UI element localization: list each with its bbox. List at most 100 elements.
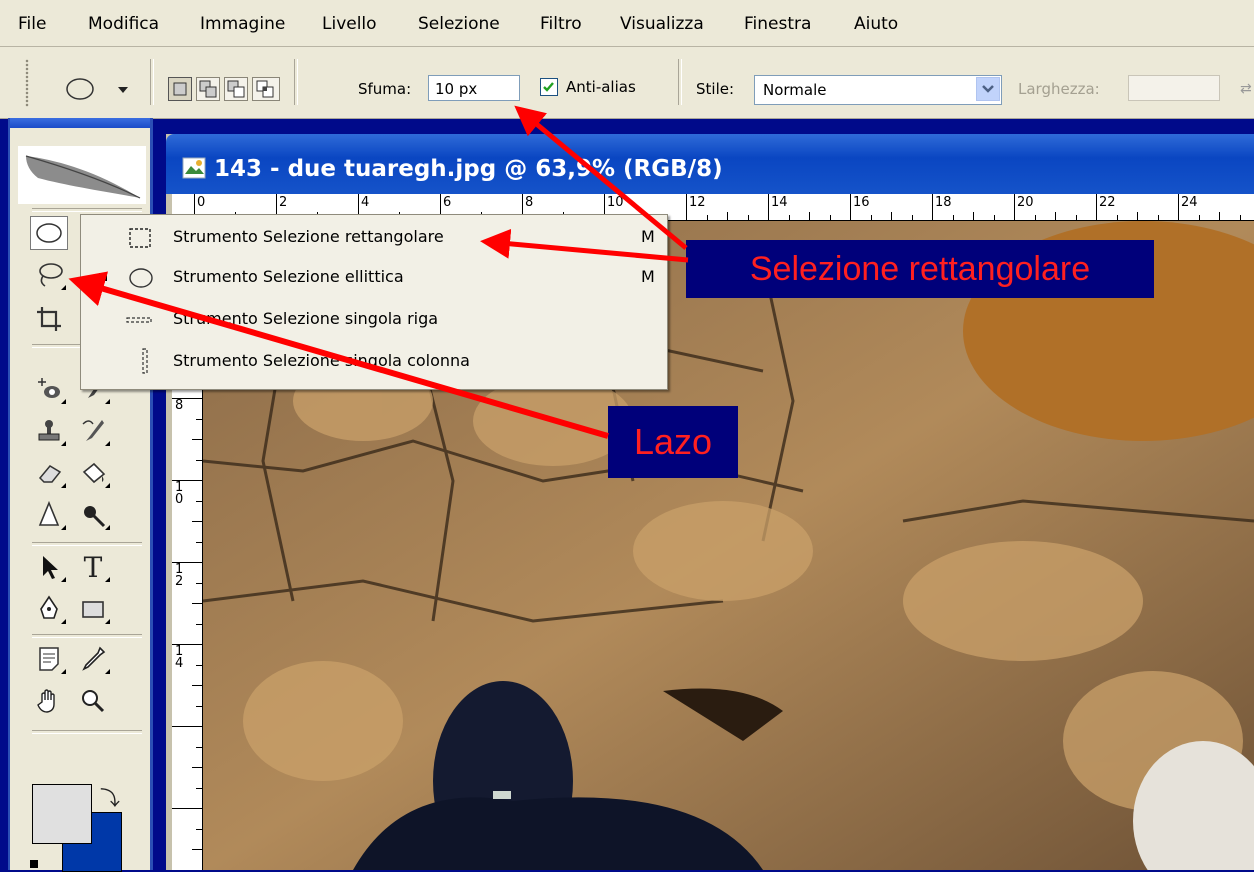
eraser-tool[interactable] [30, 456, 68, 490]
menu-file[interactable]: File [18, 14, 46, 34]
healing-brush-tool[interactable] [30, 372, 68, 406]
separator [32, 634, 142, 638]
single-column-marquee-icon [142, 348, 148, 374]
ruler-tick [809, 212, 810, 220]
flyout-item-single-column-marquee[interactable]: Strumento Selezione singola colonna [81, 341, 667, 381]
style-select[interactable]: Normale [754, 75, 1002, 105]
path-select-tool[interactable] [30, 550, 68, 584]
foreground-color-swatch[interactable] [32, 784, 92, 844]
swap-colors-icon[interactable]: ⤵ [100, 782, 120, 811]
flyout-item-elliptical-marquee[interactable]: Strumento Selezione ellittica M [81, 257, 667, 297]
add-selection-icon [199, 80, 217, 98]
width-label: Larghezza: [1018, 80, 1100, 98]
chevron-down-icon [982, 85, 994, 93]
checkmark-icon [543, 82, 554, 92]
intersect-selection-button[interactable] [252, 77, 280, 101]
intersect-selection-icon [256, 80, 274, 98]
ruler-label: 24 [1181, 195, 1198, 210]
ruler-tick [196, 541, 202, 543]
menu-modifica[interactable]: Modifica [88, 14, 159, 34]
link-icon: ⇄ [1240, 81, 1252, 97]
ruler-tick [973, 212, 974, 220]
menu-selezione[interactable]: Selezione [418, 14, 500, 34]
flyout-item-single-row-marquee[interactable]: Strumento Selezione singola riga [81, 299, 667, 339]
ruler-tick [1198, 215, 1200, 220]
eyedropper-tool[interactable] [74, 642, 112, 676]
tool-preset-picker[interactable] [62, 75, 132, 103]
stamp-tool[interactable] [30, 414, 68, 448]
menu-visualizza[interactable]: Visualizza [620, 14, 704, 34]
ruler-tick [192, 849, 202, 850]
menu-aiuto[interactable]: Aiuto [854, 14, 898, 34]
ruler-tick [891, 212, 892, 220]
document-title: 143 - due tuaregh.jpg @ 63,9% (RGB/8) [214, 156, 723, 182]
document-titlebar[interactable]: 143 - due tuaregh.jpg @ 63,9% (RGB/8) [166, 134, 1254, 194]
ruler-tick [1178, 194, 1179, 220]
width-input[interactable] [1128, 75, 1220, 101]
hand-tool[interactable] [30, 684, 68, 718]
history-brush-icon [82, 420, 104, 441]
ruler-label: 18 [935, 195, 952, 210]
ruler-tick [196, 418, 202, 420]
ruler-tick [1096, 194, 1097, 220]
blur-tool[interactable] [30, 498, 68, 532]
ruler-tick [932, 194, 933, 220]
marquee-tool[interactable] [30, 216, 68, 250]
ruler-label: 10 [175, 480, 184, 507]
ruler-tick [192, 439, 202, 440]
ruler-tick [196, 500, 202, 502]
menu-livello[interactable]: Livello [322, 14, 377, 34]
crop-tool[interactable] [30, 302, 68, 336]
new-selection-button[interactable] [168, 77, 192, 101]
annotation-lasso: Lazo [608, 406, 738, 478]
separator [32, 208, 142, 212]
toolbar-grip[interactable] [25, 59, 29, 107]
ruler-label: 14 [175, 644, 184, 671]
pen-tool[interactable] [30, 592, 68, 626]
ruler-label: 4 [361, 195, 370, 210]
feather-input[interactable]: 10 px [428, 75, 520, 101]
notes-tool[interactable] [30, 642, 68, 676]
ruler-tick [850, 194, 851, 220]
hand-icon [37, 689, 55, 713]
feather-logo[interactable] [18, 146, 146, 204]
ruler-tick [196, 664, 202, 666]
paint-bucket-tool[interactable] [74, 456, 112, 490]
ruler-tick [192, 767, 202, 768]
ruler-label: 14 [771, 195, 788, 210]
ruler-tick [192, 521, 202, 522]
flyout-item-label: Strumento Selezione singola riga [173, 309, 439, 328]
default-colors-icon[interactable] [30, 860, 38, 868]
history-brush-tool[interactable] [74, 414, 112, 448]
type-tool[interactable]: T [74, 550, 112, 584]
lasso-icon [39, 263, 63, 287]
ruler-label: 12 [175, 562, 184, 589]
flyout-item-rectangular-marquee[interactable]: Strumento Selezione rettangolare M [81, 217, 667, 257]
dodge-tool[interactable] [74, 498, 112, 532]
zoom-tool[interactable] [74, 684, 112, 718]
ruler-tick [196, 582, 202, 584]
add-selection-button[interactable] [196, 77, 220, 101]
stamp-icon [38, 420, 60, 441]
ruler-tick [196, 459, 202, 461]
ruler-tick [196, 787, 202, 789]
feather-label: Sfuma: [358, 80, 412, 98]
ruler-tick [1055, 212, 1056, 220]
ruler-label: 22 [1099, 195, 1116, 210]
eyedropper-icon [82, 646, 106, 671]
antialias-label: Anti-alias [566, 78, 636, 96]
rectangle-shape-icon [82, 601, 104, 618]
ruler-tick [1116, 215, 1118, 220]
menu-filtro[interactable]: Filtro [540, 14, 582, 34]
ruler-tick [1137, 212, 1138, 220]
blur-icon [38, 500, 60, 526]
subtract-selection-icon [227, 80, 245, 98]
shape-tool[interactable] [74, 592, 112, 626]
antialias-checkbox[interactable] [540, 78, 558, 96]
subtract-selection-button[interactable] [224, 77, 248, 101]
lasso-tool[interactable] [30, 258, 68, 292]
menu-immagine[interactable]: Immagine [200, 14, 285, 34]
dropdown-button[interactable] [976, 77, 1000, 101]
dodge-icon [84, 506, 106, 528]
menu-finestra[interactable]: Finestra [744, 14, 811, 34]
